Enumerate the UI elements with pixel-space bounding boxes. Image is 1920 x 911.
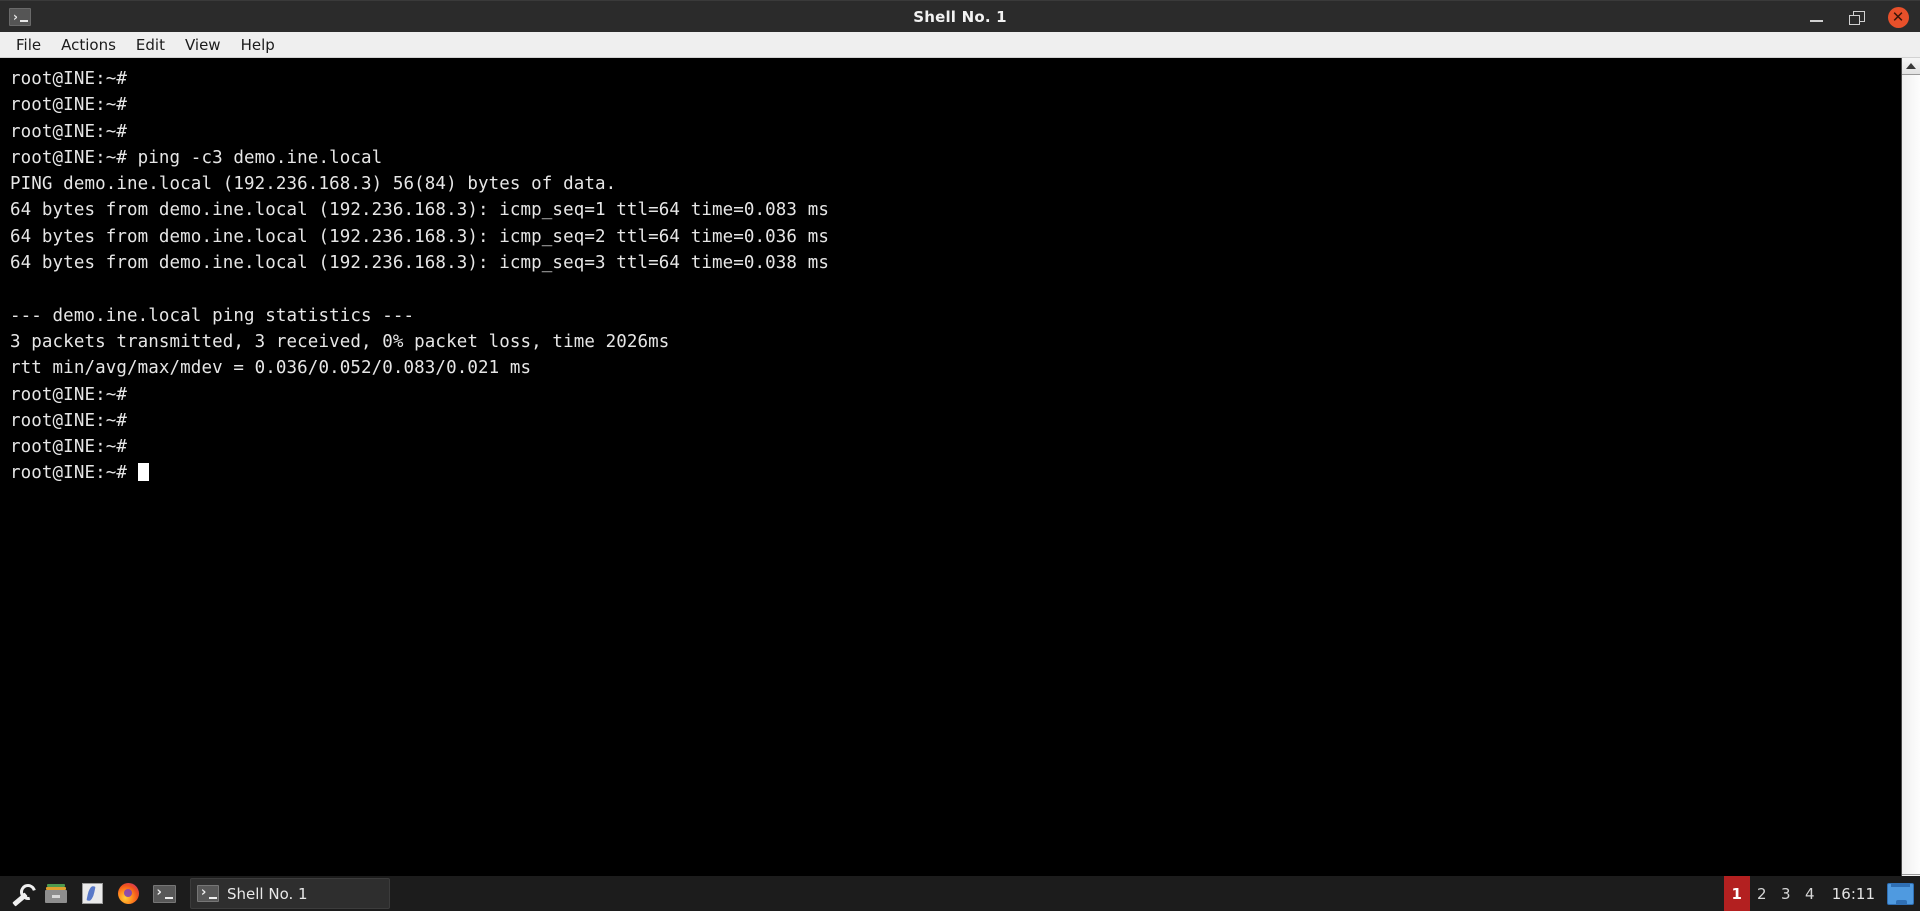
launcher-firefox[interactable] — [112, 878, 144, 910]
terminal-line: root@INE:~# — [10, 410, 127, 431]
launcher-wrench[interactable] — [4, 878, 36, 910]
workspace-button-1[interactable]: 1 — [1723, 876, 1750, 911]
close-icon: ✕ — [1887, 6, 1909, 28]
scroll-up-triangle — [1906, 63, 1916, 69]
window-titlebar: Shell No. 1 ✕ — [0, 0, 1920, 32]
show-desktop-icon[interactable] — [1887, 882, 1914, 905]
terminal-icon — [9, 7, 31, 26]
wrench-icon — [9, 883, 31, 905]
menu-item-edit[interactable]: Edit — [126, 34, 175, 56]
terminal-line: --- demo.ine.local ping statistics --- — [10, 305, 415, 326]
menu-item-actions[interactable]: Actions — [51, 34, 126, 56]
terminal-line: rtt min/avg/max/mdev = 0.036/0.052/0.083… — [10, 358, 532, 379]
launcher-file-manager[interactable] — [40, 878, 72, 910]
scroll-up-icon[interactable] — [1902, 58, 1920, 75]
terminal-line: root@INE:~# — [10, 121, 127, 142]
taskbar-window-label: Shell No. 1 — [227, 884, 308, 903]
desktop-root: Shell No. 1 ✕ File Actions Edit View Hel… — [0, 0, 1920, 911]
taskbar-launchers — [0, 878, 182, 910]
terminal-cursor — [137, 463, 149, 482]
terminal-prompt: root@INE:~# — [10, 463, 138, 484]
launcher-text-editor[interactable] — [76, 878, 108, 910]
minimize-button[interactable] — [1796, 1, 1836, 33]
maximize-button[interactable] — [1836, 1, 1876, 33]
terminal-line: root@INE:~# — [10, 437, 127, 458]
firefox-icon — [117, 883, 139, 904]
terminal-active-prompt-line: root@INE:~# — [10, 460, 1901, 486]
terminal-icon — [197, 884, 219, 902]
minimize-icon — [1809, 20, 1823, 22]
menu-item-help[interactable]: Help — [231, 34, 285, 56]
text-editor-icon — [81, 883, 103, 904]
terminal-output[interactable]: root@INE:~# root@INE:~# root@INE:~# root@IN… — [0, 58, 1901, 891]
window-title: Shell No. 1 — [913, 7, 1007, 26]
terminal-line: root@INE:~# ping -c3 demo.ine.local — [10, 147, 383, 168]
terminal-line: 64 bytes from demo.ine.local (192.236.16… — [10, 253, 829, 274]
terminal-scrollbar[interactable] — [1901, 58, 1920, 891]
scrollbar-track[interactable] — [1902, 75, 1920, 874]
launcher-terminal[interactable] — [148, 878, 180, 910]
window-controls: ✕ — [1796, 1, 1920, 33]
terminal-line: 64 bytes from demo.ine.local (192.236.16… — [10, 200, 829, 221]
menu-item-view[interactable]: View — [175, 34, 231, 56]
terminal-line: root@INE:~# — [10, 95, 127, 116]
clock[interactable]: 16:11 — [1822, 885, 1887, 903]
maximize-icon — [1848, 10, 1865, 25]
taskbar-window-button[interactable]: Shell No. 1 — [190, 878, 390, 909]
workspace-button-4[interactable]: 4 — [1798, 876, 1822, 911]
terminal-line: root@INE:~# — [10, 69, 127, 89]
terminal-line: 64 bytes from demo.ine.local (192.236.16… — [10, 226, 829, 247]
workspace-button-3[interactable]: 3 — [1774, 876, 1798, 911]
menu-bar: File Actions Edit View Help — [0, 32, 1920, 58]
close-button[interactable]: ✕ — [1876, 1, 1920, 33]
taskbar: Shell No. 1 1 2 3 4 16:11 — [0, 876, 1920, 911]
terminal-line: root@INE:~# — [10, 384, 127, 405]
terminal-icon — [152, 884, 176, 903]
workspace-button-2[interactable]: 2 — [1750, 876, 1774, 911]
file-manager-icon — [45, 883, 67, 904]
taskbar-tray: 1 2 3 4 16:11 — [1723, 876, 1920, 911]
terminal-line: 3 packets transmitted, 3 received, 0% pa… — [10, 331, 670, 352]
terminal-area: root@INE:~# root@INE:~# root@INE:~# root@IN… — [0, 58, 1920, 891]
menu-item-file[interactable]: File — [6, 34, 51, 56]
terminal-line: PING demo.ine.local (192.236.168.3) 56(8… — [10, 174, 617, 195]
